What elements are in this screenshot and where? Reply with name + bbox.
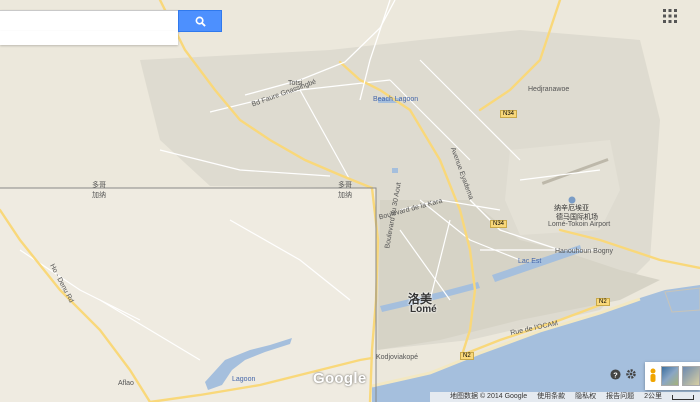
pond-center <box>392 168 398 173</box>
search-icon <box>195 16 206 27</box>
map-data-attribution: 地图数据 © 2014 Google <box>450 393 528 400</box>
border-label-togo-2: 多哥 <box>338 182 352 189</box>
help-icon[interactable]: ? <box>608 367 622 381</box>
satellite-thumbnail[interactable] <box>660 366 679 386</box>
border-label-ghana-2: 加纳 <box>338 192 352 199</box>
n34-label-2: N34 <box>493 221 505 227</box>
earth-panel <box>645 362 700 390</box>
bd-haroun-label: Hanouhoun Bogny <box>555 248 613 255</box>
airport-label-en: Lomé-Tokoin Airport <box>548 221 611 228</box>
lac-label: Lac Est <box>518 258 542 265</box>
privacy-link[interactable]: 隐私权 <box>575 392 596 402</box>
search-button[interactable] <box>178 10 222 32</box>
svg-text:?: ? <box>613 370 618 379</box>
kodjoviakope-label: Kodjoviakopé <box>376 354 419 361</box>
settings-control[interactable] <box>624 367 638 381</box>
n34-shield: N34 <box>500 110 518 118</box>
bassin-label: Beach Lagoon <box>373 96 419 103</box>
city-label: Lomé <box>410 304 437 315</box>
search-input[interactable] <box>4 12 178 32</box>
scale-bar <box>672 394 695 400</box>
harbour <box>664 287 700 313</box>
search-box <box>0 10 179 32</box>
scale-label[interactable]: 2公里 <box>644 392 662 402</box>
aflao-label: Aflao <box>118 380 134 387</box>
hedzranawoe-label: Hedjranawoe <box>528 86 570 93</box>
n34-label: N34 <box>503 111 515 117</box>
tokoin-label: Totsi <box>288 80 303 87</box>
n34-shield-2: N34 <box>490 220 508 228</box>
search-dropdown <box>0 31 178 45</box>
help-control[interactable]: ? <box>608 367 622 381</box>
border-label-ghana: 加纳 <box>92 192 106 199</box>
lagoon-label: Lagoon <box>232 376 256 383</box>
pegman-icon[interactable] <box>649 367 658 385</box>
border-label-togo: 多哥 <box>92 182 106 189</box>
apps-button[interactable] <box>660 6 680 26</box>
terms-link[interactable]: 使用条款 <box>537 392 565 402</box>
map-footer: 地图数据 © 2014 Google 使用条款 隐私权 报告问题 2公里 <box>430 392 700 402</box>
n2-label-2: N2 <box>463 353 471 359</box>
earth-thumbnail[interactable] <box>681 366 700 386</box>
gear-icon[interactable] <box>624 367 638 381</box>
map-canvas[interactable] <box>0 0 700 402</box>
apps-grid-icon <box>663 9 677 23</box>
n2-shield-2: N2 <box>460 352 474 360</box>
google-logo: Google <box>313 370 367 387</box>
n2-shield: N2 <box>596 298 610 306</box>
n2-label: N2 <box>599 299 607 305</box>
report-problem-link[interactable]: 报告问题 <box>606 392 634 402</box>
